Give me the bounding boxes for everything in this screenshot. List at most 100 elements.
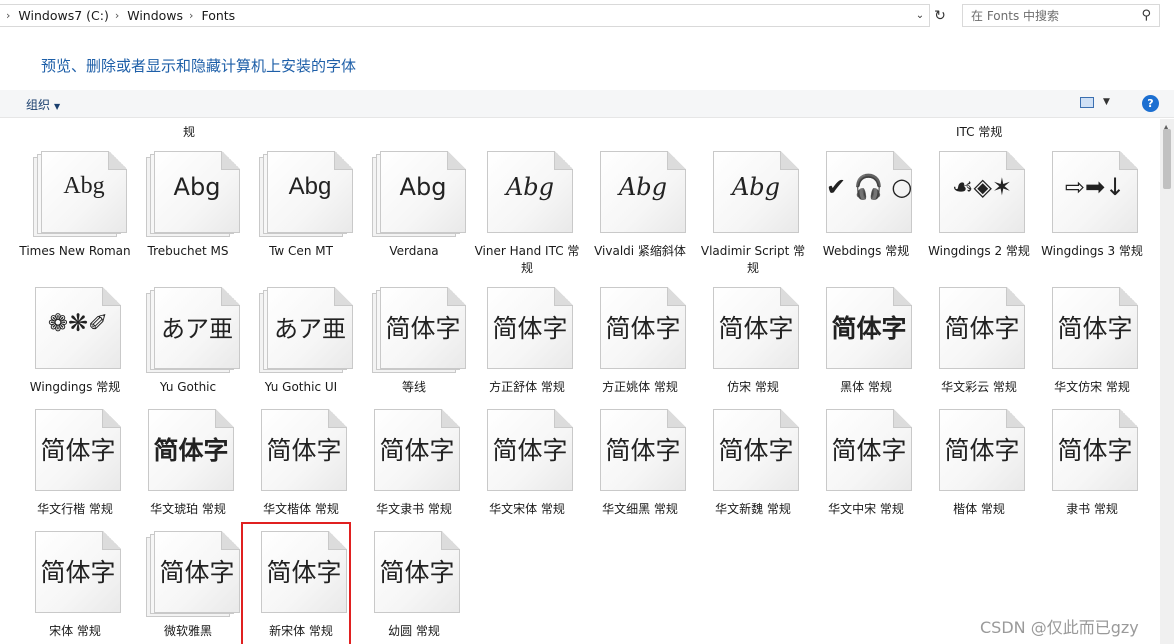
- font-file-icon: ⇨➡↓: [1050, 151, 1146, 239]
- font-name-label: Times New Roman: [19, 244, 131, 258]
- font-name-label: Vivaldi 紧缩斜体: [594, 244, 686, 258]
- font-sample: 简体字: [266, 558, 342, 587]
- font-sample: 简体字: [1057, 436, 1133, 465]
- font-file-icon: 简体字: [33, 409, 129, 497]
- font-item[interactable]: Abg Vivaldi 紧缩斜体: [584, 151, 696, 269]
- font-item[interactable]: 简体字 等线: [358, 287, 470, 405]
- font-sample: Abg: [173, 173, 221, 201]
- font-item[interactable]: 简体字 方正姚体 常规: [584, 287, 696, 405]
- breadcrumb-drive[interactable]: Windows7 (C:): [18, 8, 108, 23]
- font-item[interactable]: あア亜 Yu Gothic UI: [245, 287, 357, 405]
- font-item[interactable]: 简体字 华文彩云 常规: [923, 287, 1035, 405]
- font-sample: Abg: [731, 173, 781, 201]
- font-sample: 简体字: [385, 314, 461, 343]
- font-file-icon: 简体字: [259, 409, 355, 497]
- font-file-icon: ✔ 🎧 ○: [824, 151, 920, 239]
- font-item[interactable]: Abg Viner Hand ITC 常规: [471, 151, 583, 275]
- font-sample: 简体字: [1057, 314, 1133, 343]
- font-item[interactable]: 简体字华文行楷 常规: [19, 409, 131, 527]
- font-item[interactable]: 简体字 幼圆 常规: [358, 531, 470, 644]
- font-sample: 简体字: [492, 436, 568, 465]
- font-sample: Abg: [505, 173, 555, 201]
- font-name-label: 华文行楷 常规: [37, 502, 113, 516]
- font-item[interactable]: Abg Trebuchet MS: [132, 151, 244, 269]
- refresh-icon[interactable]: ↻: [930, 4, 950, 27]
- font-item[interactable]: 简体字华文仿宋 常规: [1036, 287, 1148, 405]
- font-sample: ❁❋✐: [47, 309, 109, 337]
- font-file-icon: 简体字: [711, 409, 807, 497]
- font-item[interactable]: Abg Tw Cen MT: [245, 151, 357, 269]
- font-sample: 简体字: [718, 436, 794, 465]
- chevron-down-icon[interactable]: ⌄: [911, 5, 929, 26]
- font-name-label: 黑体 常规: [840, 380, 892, 394]
- font-name-label: Wingdings 常规: [29, 380, 121, 394]
- font-file-icon: ☙◈✶: [937, 151, 1033, 239]
- font-name-label: 华文宋体 常规: [489, 502, 565, 516]
- font-sample: Abg: [399, 173, 447, 201]
- font-name-label: Vladimir Script 常规: [700, 244, 806, 275]
- font-item[interactable]: 简体字 黑体 常规: [810, 287, 922, 405]
- font-name-label: 隶书 常规: [1066, 502, 1118, 516]
- font-sample: ✔ 🎧 ○: [826, 173, 913, 201]
- font-item[interactable]: 简体字 隶书 常规: [1036, 409, 1148, 527]
- address-bar-area: › Windows7 (C:) › Windows › Fonts ⌄ ↻ 在 …: [0, 0, 1174, 30]
- breadcrumb-fonts[interactable]: Fonts: [201, 8, 235, 23]
- font-name-label: 楷体 常规: [953, 502, 1005, 516]
- chevron-right-icon[interactable]: ›: [6, 9, 10, 22]
- caret-down-icon[interactable]: ▼: [1103, 97, 1110, 107]
- font-item[interactable]: ✔ 🎧 ○ Webdings 常规: [810, 151, 922, 269]
- font-item[interactable]: 简体字 方正舒体 常规: [471, 287, 583, 405]
- organize-button[interactable]: 组织 ▼: [26, 96, 60, 113]
- font-file-icon: 简体字: [598, 409, 694, 497]
- font-item[interactable]: 简体字华文楷体 常规: [245, 409, 357, 527]
- help-icon[interactable]: ?: [1142, 95, 1159, 112]
- chevron-right-icon[interactable]: ›: [189, 9, 193, 22]
- font-item[interactable]: ❁❋✐ Wingdings 常规: [19, 287, 131, 405]
- font-item[interactable]: 简体字 华文琥珀 常规: [132, 409, 244, 527]
- vertical-scrollbar[interactable]: ▲: [1160, 119, 1174, 644]
- font-item[interactable]: Abg Verdana: [358, 151, 470, 269]
- font-file-icon: Abg: [485, 151, 581, 239]
- font-file-icon: Abg: [711, 151, 807, 239]
- font-item[interactable]: Abg Vladimir Script 常规: [697, 151, 809, 275]
- address-bar[interactable]: › Windows7 (C:) › Windows › Fonts ⌄: [0, 4, 930, 27]
- scrollbar-thumb[interactable]: [1163, 129, 1171, 189]
- font-sample: 简体字: [153, 436, 229, 465]
- font-name-label: 华文中宋 常规: [828, 502, 904, 516]
- font-item[interactable]: 简体字华文中宋 常规: [810, 409, 922, 527]
- font-item[interactable]: あア亜 Yu Gothic: [132, 287, 244, 405]
- font-item[interactable]: 简体字 华文隶书 常规: [358, 409, 470, 527]
- font-sample: 简体字: [944, 314, 1020, 343]
- font-name-label: Trebuchet MS: [147, 244, 229, 258]
- font-sample: 简体字: [40, 436, 116, 465]
- font-item[interactable]: ⇨➡↓ Wingdings 3 常规: [1036, 151, 1148, 269]
- font-file-icon: ❁❋✐: [33, 287, 129, 375]
- font-sample: 简体字: [718, 314, 794, 343]
- font-name-label: Yu Gothic UI: [264, 380, 338, 394]
- font-name-label: 华文楷体 常规: [263, 502, 339, 516]
- font-item[interactable]: Abg Times New Roman: [19, 151, 131, 269]
- font-sample: 简体字: [605, 314, 681, 343]
- font-item[interactable]: 简体字 新宋体 常规: [245, 531, 357, 644]
- font-file-icon: Abg: [372, 151, 468, 239]
- caret-down-icon: ▼: [54, 102, 61, 111]
- font-file-icon: あア亜: [259, 287, 355, 375]
- search-icon[interactable]: ⚲: [1141, 8, 1151, 23]
- font-file-icon: 简体字: [824, 409, 920, 497]
- search-input[interactable]: 在 Fonts 中搜索 ⚲: [962, 4, 1160, 27]
- font-item[interactable]: 简体字华文宋体 常规: [471, 409, 583, 527]
- font-item[interactable]: 简体字 华文细黑 常规: [584, 409, 696, 527]
- font-name-label: 华文仿宋 常规: [1054, 380, 1130, 394]
- breadcrumb-windows[interactable]: Windows: [127, 8, 183, 23]
- font-item[interactable]: ☙◈✶ Wingdings 2 常规: [923, 151, 1035, 269]
- font-item[interactable]: 简体字 微软雅黑: [132, 531, 244, 644]
- font-name-label: 幼圆 常规: [388, 624, 440, 638]
- font-item[interactable]: 简体字 华文新魏 常规: [697, 409, 809, 527]
- view-options-icon[interactable]: [1080, 97, 1094, 108]
- font-name-label: 华文隶书 常规: [376, 502, 452, 516]
- font-file-icon: 简体字: [598, 287, 694, 375]
- font-item[interactable]: 简体字 宋体 常规: [19, 531, 131, 644]
- chevron-right-icon[interactable]: ›: [115, 9, 119, 22]
- font-item[interactable]: 简体字 仿宋 常规: [697, 287, 809, 405]
- font-item[interactable]: 简体字 楷体 常规: [923, 409, 1035, 527]
